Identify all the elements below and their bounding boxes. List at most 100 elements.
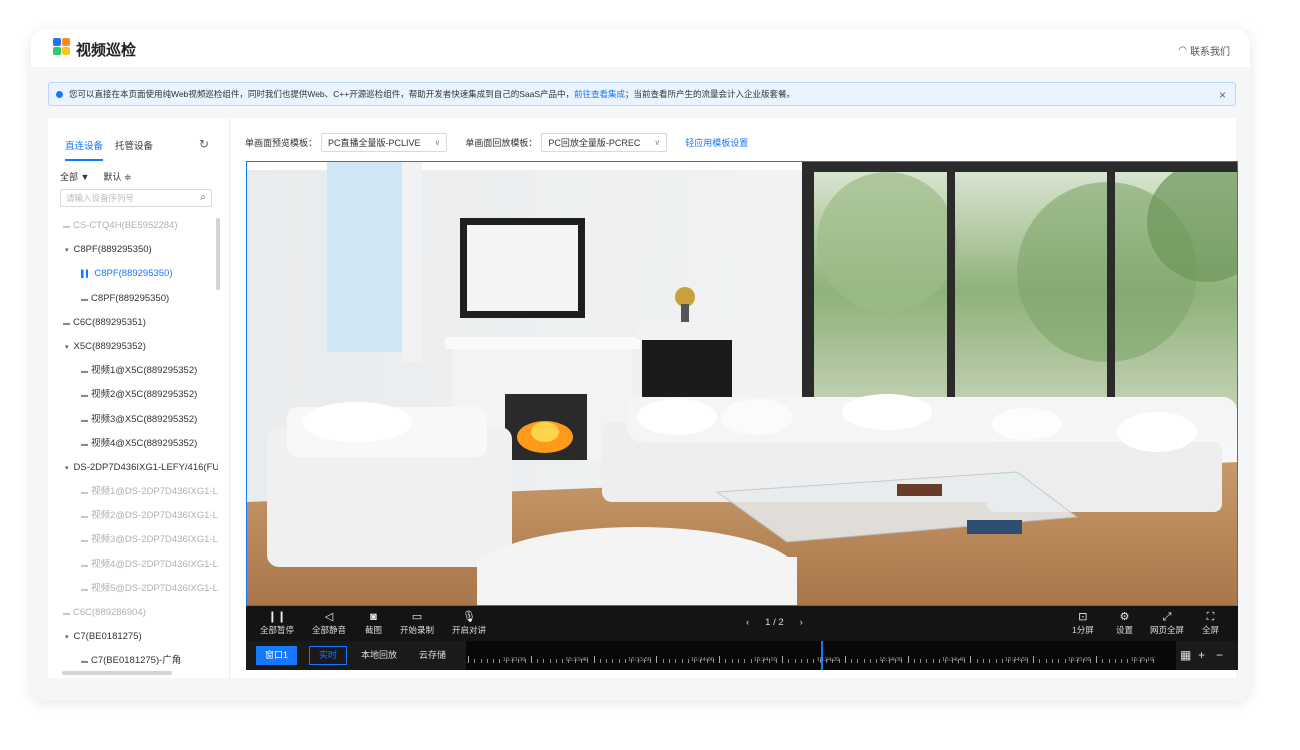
playback-template-select[interactable]: PC回放全量版-PCREC ∨ [541, 133, 668, 152]
tree-node[interactable]: ▬ 视频3@X5C(889295352) [48, 408, 218, 432]
preview-template-label: 单画面预览模板： [245, 138, 318, 148]
camera-icon: ▬ [81, 368, 88, 376]
timeline-tick [851, 659, 853, 663]
tree-node[interactable]: ▬ C8PF(889295350) [48, 287, 218, 311]
tree-horizontal-scrollbar[interactable] [62, 671, 172, 675]
timeline-tick [920, 659, 922, 663]
timeline-label: 15:34:40 [942, 656, 966, 663]
filter-all[interactable]: 全部 ▼ [60, 170, 89, 183]
web-fullscreen-button[interactable]: ⤢ 网页全屏 [1150, 610, 1184, 636]
app-logo-icon [53, 38, 71, 56]
zoom-in-icon[interactable]: + [1198, 646, 1205, 664]
mute-icon: ◁ [324, 611, 334, 623]
timeline-tick [593, 656, 595, 663]
tree-node[interactable]: ▬ 视频4@X5C(889295352) [48, 432, 218, 456]
template-settings-link[interactable]: 轻应用模板设置 [685, 136, 748, 149]
timeline-tick [1058, 659, 1060, 663]
playback-template-label: 单画面回放模板： [465, 138, 538, 148]
timeline-tick [807, 659, 809, 663]
camera-icon: ▬ [81, 392, 88, 400]
tab-direct-devices[interactable]: 直连设备 [65, 138, 104, 161]
tree-node[interactable]: ▬ 视频2@DS-2DP7D436IXG1-LI [48, 504, 218, 528]
tree-node[interactable]: ▬ 视频4@DS-2DP7D436IXG1-LI [48, 553, 218, 577]
start-record-button[interactable]: ▭ 开始录制 [400, 610, 434, 636]
filter-icon: ▼ [80, 172, 90, 182]
timeline-tick [1114, 659, 1116, 663]
pause-icon: ❙❙ [267, 611, 287, 623]
timeline-tick [606, 659, 608, 663]
tree-vertical-scrollbar[interactable] [216, 218, 220, 290]
tree-node[interactable]: ▌▍ C8PF(889295350) [48, 262, 218, 286]
screenshot-button[interactable]: ◙ 截图 [365, 610, 382, 636]
timeline-tick [493, 659, 495, 663]
pause-all-label: 全部暂停 [260, 625, 295, 635]
close-icon[interactable]: × [1219, 88, 1226, 102]
tree-node[interactable]: ▬ 视频1@X5C(889295352) [48, 359, 218, 383]
pause-all-button[interactable]: ❙❙ 全部暂停 [260, 610, 294, 636]
tree-node[interactable]: ▾ C7(BE0181275) [48, 625, 218, 649]
live-mode-tab[interactable]: 实时 [309, 646, 348, 665]
timeline-tick [1052, 659, 1054, 663]
next-page-button[interactable]: › [800, 617, 803, 628]
calendar-icon[interactable]: ▦ [1180, 646, 1191, 664]
mute-all-button[interactable]: ◁ 全部静音 [312, 610, 346, 636]
refresh-icon[interactable]: ↻ [199, 137, 209, 151]
tree-node[interactable]: ▬ CS-CTQ4H(BE5952284) [48, 214, 218, 238]
tree-node-label: C7(BE0181275) [73, 631, 142, 643]
settings-icon: ⚙ [1119, 611, 1130, 623]
tree-node-label: 视频1@DS-2DP7D436IXG1-LI [91, 486, 218, 498]
split-screen-button[interactable]: ⊡ 1分屏 [1072, 610, 1094, 636]
notice-integration-link[interactable]: 前往查看集成 [574, 88, 625, 100]
camera-icon: ▬ [81, 537, 88, 545]
sort-default[interactable]: 默认 ≑ [103, 170, 131, 183]
settings-button[interactable]: ⚙ 设置 [1116, 610, 1133, 636]
preview-template-select[interactable]: PC直播全量版-PCLIVE ∨ [321, 133, 448, 152]
tree-node[interactable]: ▾ DS-2DP7D436IXG1-LEFY/416(FU [48, 456, 218, 480]
cloud-storage-tab[interactable]: 云存储 [410, 646, 455, 665]
zoom-out-icon[interactable]: − [1216, 646, 1223, 664]
tree-node-label: C8PF(889295350) [91, 292, 170, 304]
timeline-tick [562, 659, 564, 663]
player-control-bar: ❙❙ 全部暂停 ◁ 全部静音 ◙ 截图 ▭ 开始录制 🎙 开启对讲 ‹ 1 / … [246, 605, 1238, 641]
tree-node[interactable]: ▾ X5C(889295352) [48, 335, 218, 359]
contact-us-label: 联系我们 [1190, 47, 1230, 58]
timeline-tick [499, 659, 501, 663]
screenshot-label: 截图 [365, 625, 383, 635]
window-1-tab[interactable]: 窗口1 [256, 646, 298, 665]
playing-signal-icon: ▌▍ [81, 271, 92, 279]
tree-node[interactable]: ▬ 视频1@DS-2DP7D436IXG1-LI [48, 480, 218, 504]
video-player[interactable] [246, 161, 1238, 606]
contact-us-link[interactable]: ◠ 联系我们 [1178, 43, 1230, 58]
camera-icon: ▬ [81, 658, 88, 666]
timeline-tick [719, 656, 721, 663]
fullscreen-button[interactable]: ⛶ 全屏 [1202, 610, 1219, 636]
timeline-tick [612, 659, 614, 663]
search-icon[interactable]: ⌕ [200, 192, 206, 203]
tree-node[interactable]: ▬ 视频5@DS-2DP7D436IXG1-LI [48, 577, 218, 601]
prev-page-button[interactable]: ‹ [746, 617, 749, 628]
tree-node[interactable]: ▬ C6C(889286904) [48, 601, 218, 625]
tree-node[interactable]: ▬ 视频3@DS-2DP7D436IXG1-LI [48, 528, 218, 552]
tree-node-label: C8PF(889295350) [73, 244, 152, 256]
serial-search-input[interactable] [66, 193, 186, 203]
tree-node[interactable]: ▾ C8PF(889295350) [48, 238, 218, 262]
timeline-ruler[interactable]: 15:33:30 15:33:40 15:33:50 15:34:00 15:34:10… [466, 641, 1176, 670]
timeline-tick [1064, 659, 1066, 663]
record-icon: ▭ [411, 611, 423, 623]
web-fullscreen-label: 网页全屏 [1150, 625, 1185, 635]
talk-button[interactable]: 🎙 开启对讲 [452, 610, 486, 636]
tab-managed-devices[interactable]: 托管设备 [115, 138, 153, 161]
local-playback-tab[interactable]: 本地回放 [352, 646, 406, 665]
filter-bar: 全部 ▼ 默认 ≑ [60, 170, 132, 183]
tree-node-label: X5C(889295352) [73, 340, 146, 352]
timeline-tick [932, 659, 934, 663]
timeline-tick [982, 659, 984, 663]
timeline-tick [1096, 656, 1097, 663]
timeline-tick [939, 659, 940, 663]
app-title: 视频巡检 [76, 42, 137, 59]
tree-node[interactable]: ▬ C6C(889295351) [48, 311, 218, 335]
template-toolbar: 单画面预览模板： PC直播全量版-PCLIVE ∨ 单画面回放模板： PC回放全… [245, 133, 748, 152]
tree-node[interactable]: ▬ 视频2@X5C(889295352) [48, 383, 218, 407]
tree-node[interactable]: ▬ C7(BE0181275)-广角 [48, 649, 218, 673]
camera-icon: ▬ [63, 610, 70, 617]
